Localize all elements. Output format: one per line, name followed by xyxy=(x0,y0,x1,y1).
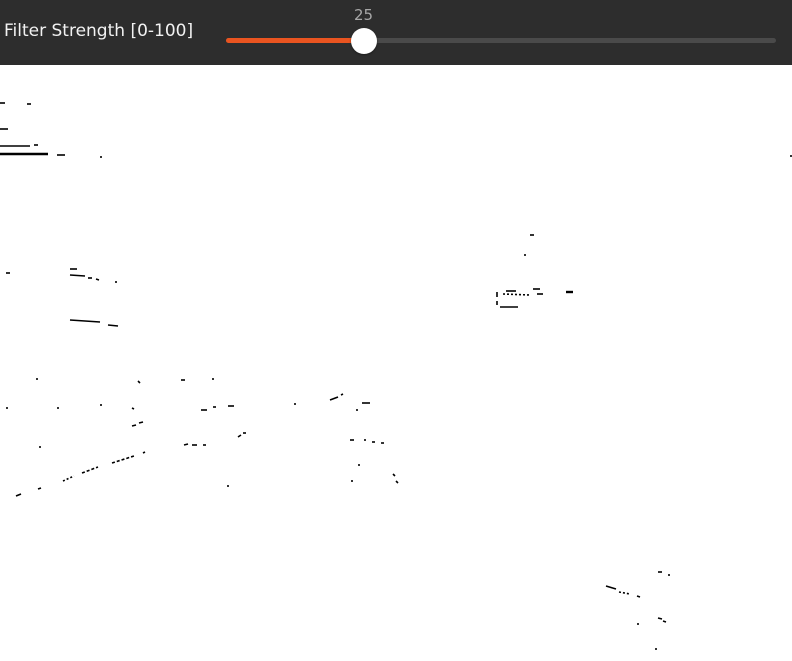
edge-fragments xyxy=(0,102,792,650)
edge-map-image xyxy=(0,102,792,650)
slider-value-readout: 25 xyxy=(353,6,374,24)
filtered-image-canvas xyxy=(0,65,792,657)
slider-handle[interactable] xyxy=(350,28,377,54)
control-toolbar: Filter Strength [0-100] 25 xyxy=(0,0,792,65)
filter-strength-slider[interactable]: 25 xyxy=(226,6,776,54)
filter-strength-label: Filter Strength [0-100] xyxy=(4,21,194,41)
slider-fill xyxy=(226,38,364,43)
